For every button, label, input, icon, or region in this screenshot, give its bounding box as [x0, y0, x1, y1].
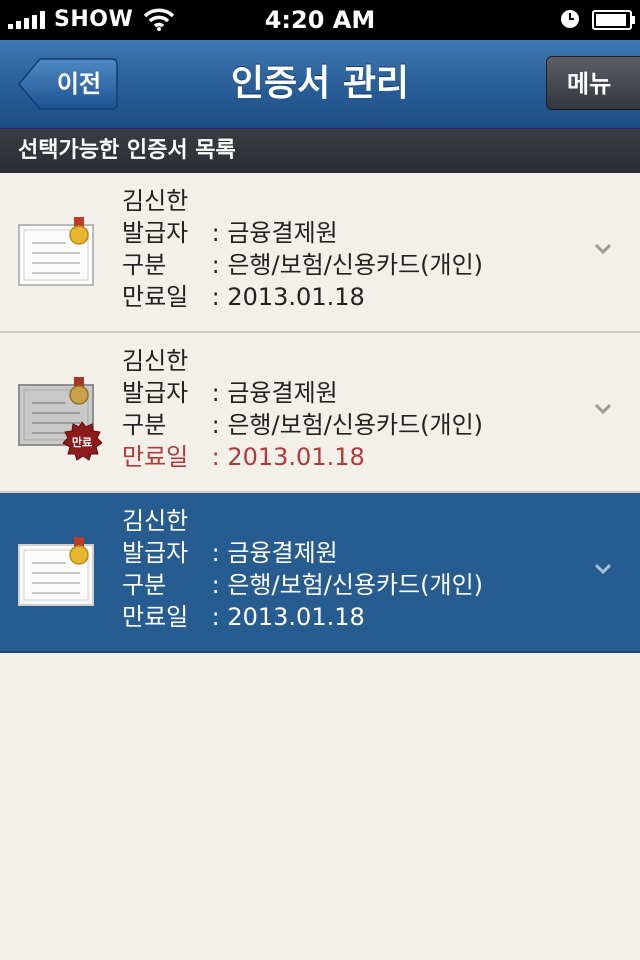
certificate-list-item-selected[interactable]: 김신한 발급자 : 금융결제원 구분 : 은행/보험/신용카드(개인) 만료일 … — [0, 493, 640, 653]
certificate-holder-name: 김신한 — [122, 187, 189, 215]
certificate-issuer-row: 발급자 : 금융결제원 — [122, 379, 338, 407]
certificate-holder-name: 김신한 — [122, 507, 189, 535]
certificate-list: 김신한 발급자 : 금융결제원 구분 : 은행/보험/신용카드(개인) 만료일 … — [0, 173, 640, 653]
back-button[interactable]: 이전 — [18, 58, 118, 110]
issuer-value: 금융결제원 — [227, 219, 338, 247]
certificate-list-item[interactable]: 만료 김신한 발급자 : 금융결제원 구분 : 은행/보험/신용카드(개인) 만… — [0, 333, 640, 493]
type-value: 은행/보험/신용카드(개인) — [227, 411, 484, 439]
certificate-type-row: 구분 : 은행/보험/신용카드(개인) — [122, 411, 484, 439]
chevron-down-icon[interactable] — [594, 563, 612, 575]
certificate-info: 김신한 발급자 : 금융결제원 구분 : 은행/보험/신용카드(개인) 만료일 … — [122, 345, 483, 473]
certificate-issuer-row: 발급자 : 금융결제원 — [122, 219, 338, 247]
navigation-bar: 이전 인증서 관리 메뉴 — [0, 40, 640, 129]
chevron-down-icon[interactable] — [594, 243, 612, 255]
type-label: 구분 — [122, 251, 167, 279]
expiry-value: 2013.01.18 — [227, 283, 365, 311]
battery-icon — [592, 10, 635, 30]
certificate-type-row: 구분 : 은행/보험/신용카드(개인) — [122, 251, 484, 279]
certificate-info: 김신한 발급자 : 금융결제원 구분 : 은행/보험/신용카드(개인) 만료일 … — [122, 505, 483, 633]
expired-badge: 만료 — [62, 421, 103, 461]
certificate-holder-name: 김신한 — [122, 347, 189, 375]
expired-seal-icon: 만료 — [62, 421, 103, 461]
certificate-issuer-row: 발급자 : 금융결제원 — [122, 539, 338, 567]
issuer-label: 발급자 — [122, 539, 189, 567]
certificate-list-item[interactable]: 김신한 발급자 : 금융결제원 구분 : 은행/보험/신용카드(개인) 만료일 … — [0, 173, 640, 333]
certificate-type-row: 구분 : 은행/보험/신용카드(개인) — [122, 571, 484, 599]
certificate-expiry-row: 만료일 : 2013.01.18 — [122, 283, 365, 311]
issuer-value: 금융결제원 — [227, 379, 338, 407]
issuer-label: 발급자 — [122, 219, 189, 247]
menu-button[interactable]: 메뉴 — [546, 56, 640, 110]
type-label: 구분 — [122, 571, 167, 599]
alarm-clock-icon — [561, 10, 579, 28]
certificate-expiry-row: 만료일 : 2013.01.18 — [122, 603, 365, 631]
expiry-label: 만료일 — [122, 443, 189, 471]
issuer-value: 금융결제원 — [227, 539, 338, 567]
expiry-label: 만료일 — [122, 283, 189, 311]
type-label: 구분 — [122, 411, 167, 439]
certificate-icon — [18, 537, 94, 606]
status-time: 4:20 AM — [264, 6, 376, 34]
chevron-down-icon[interactable] — [594, 403, 612, 415]
expiry-value: 2013.01.18 — [227, 443, 365, 471]
back-button-label: 이전 — [56, 70, 102, 98]
type-value: 은행/보험/신용카드(개인) — [227, 571, 484, 599]
issuer-label: 발급자 — [122, 379, 189, 407]
certificate-expiry-row: 만료일 : 2013.01.18 — [122, 443, 365, 471]
expiry-value: 2013.01.18 — [227, 603, 365, 631]
status-bar: SHOW 4:20 AM — [0, 0, 640, 40]
page-title: 인증서 관리 — [230, 63, 410, 104]
expired-badge-label: 만료 — [72, 435, 92, 449]
certificate-info: 김신한 발급자 : 금융결제원 구분 : 은행/보험/신용카드(개인) 만료일 … — [122, 185, 483, 313]
expiry-label: 만료일 — [122, 603, 189, 631]
certificate-icon — [18, 217, 94, 286]
type-value: 은행/보험/신용카드(개인) — [227, 251, 484, 279]
section-header: 선택가능한 인증서 목록 — [0, 129, 640, 173]
